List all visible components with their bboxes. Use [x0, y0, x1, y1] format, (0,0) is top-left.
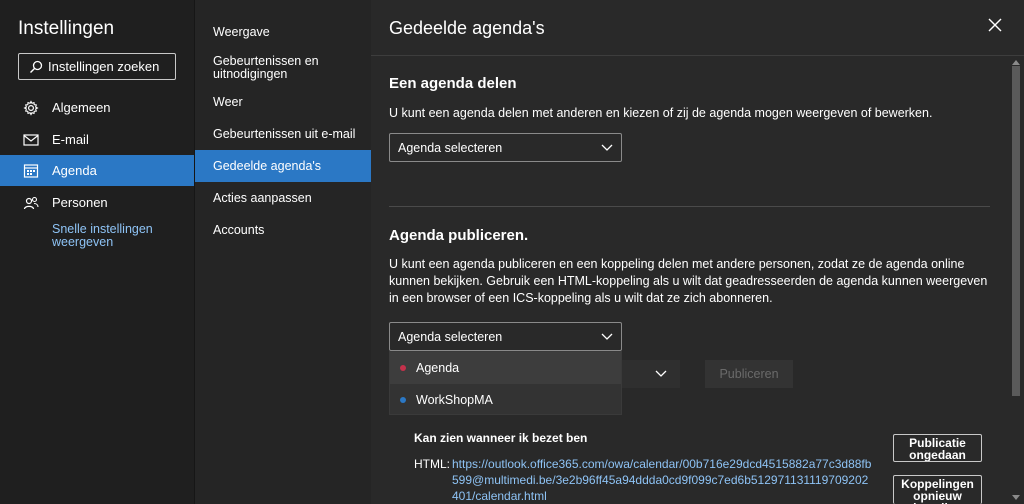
dropdown-option-label: WorkShopMA: [416, 393, 493, 407]
nav-item-people[interactable]: Personen: [0, 187, 194, 218]
settings-title: Instellingen: [18, 18, 115, 39]
nav-item-label: Personen: [52, 195, 108, 210]
scroll-down-icon[interactable]: [1012, 495, 1020, 500]
unpublish-button[interactable]: Publicatie ongedaan maken: [893, 434, 982, 462]
gear-icon: [22, 99, 40, 117]
nav-item-label: E-mail: [52, 132, 89, 147]
share-description: U kunt een agenda delen met anderen en k…: [389, 106, 933, 120]
nav-item-label: Agenda: [52, 163, 97, 178]
chevron-down-icon: [601, 333, 613, 340]
publish-calendar-select[interactable]: Agenda selecteren: [389, 322, 622, 351]
nav-item-general[interactable]: Algemeen: [0, 92, 194, 123]
select-value: Agenda selecteren: [398, 140, 503, 155]
subnav-item-weather[interactable]: Weer: [195, 94, 372, 111]
subnav-item-events-from-email[interactable]: Gebeurtenissen uit e-mail: [195, 126, 372, 143]
calendar-icon: [22, 162, 40, 180]
panel-title: Gedeelde agenda's: [389, 18, 545, 38]
publish-description: U kunt een agenda publiceren en een kopp…: [389, 257, 988, 305]
dropdown-option-label: Agenda: [416, 361, 460, 375]
calendar-dropdown-list: Agenda WorkShopMA: [389, 351, 622, 415]
calendar-color-dot: [400, 365, 406, 371]
reset-links-button[interactable]: Koppelingen opnieuw instellen: [893, 475, 982, 504]
mail-icon: [22, 131, 40, 149]
calendar-subnav: Weergave Gebeurtenissen en uitnodigingen…: [194, 0, 372, 504]
publish-button[interactable]: Publiceren: [705, 360, 793, 388]
shared-calendars-panel: Gedeelde agenda's Een agenda delen U kun…: [371, 0, 1024, 504]
dropdown-option-agenda[interactable]: Agenda: [390, 352, 621, 384]
scroll-up-icon[interactable]: [1012, 60, 1020, 65]
section-divider: [389, 206, 990, 207]
subnav-item-view[interactable]: Weergave: [195, 24, 372, 41]
nav-item-calendar[interactable]: Agenda: [0, 155, 194, 186]
nav-item-email[interactable]: E-mail: [0, 124, 194, 155]
search-icon: [30, 60, 43, 73]
chevron-down-icon: [655, 370, 667, 377]
close-icon[interactable]: [988, 18, 1002, 32]
publish-heading: Agenda publiceren.: [389, 227, 529, 244]
chevron-down-icon: [601, 144, 613, 151]
quick-settings-link[interactable]: Snelle instellingen weergeven: [52, 223, 172, 249]
scrollbar-thumb[interactable]: [1012, 66, 1020, 396]
panel-header: Gedeelde agenda's: [371, 0, 1024, 56]
subnav-item-customize-actions[interactable]: Acties aanpassen: [195, 190, 372, 207]
nav-item-label: Algemeen: [52, 100, 111, 115]
subnav-item-accounts[interactable]: Accounts: [195, 222, 372, 239]
search-label: Instellingen zoeken: [48, 59, 160, 74]
subnav-item-shared-calendars[interactable]: Gedeelde agenda's: [195, 150, 372, 182]
people-icon: [22, 194, 40, 212]
share-calendar-select[interactable]: Agenda selecteren: [389, 133, 622, 162]
select-value: Agenda selecteren: [398, 329, 503, 344]
html-label: HTML:: [414, 457, 450, 471]
subnav-item-events-invitations[interactable]: Gebeurtenissen en uitnodigingen: [195, 53, 335, 83]
permission-select[interactable]: [622, 360, 680, 388]
html-link[interactable]: https://outlook.office365.com/owa/calend…: [452, 456, 872, 504]
permission-label: Kan zien wanneer ik bezet ben: [414, 431, 588, 445]
settings-search-input[interactable]: Instellingen zoeken: [18, 53, 176, 80]
calendar-color-dot: [400, 397, 406, 403]
share-heading: Een agenda delen: [389, 75, 517, 92]
settings-nav: Instellingen Instellingen zoeken Algemee…: [0, 0, 194, 504]
dropdown-option-workshopma[interactable]: WorkShopMA: [390, 384, 621, 416]
